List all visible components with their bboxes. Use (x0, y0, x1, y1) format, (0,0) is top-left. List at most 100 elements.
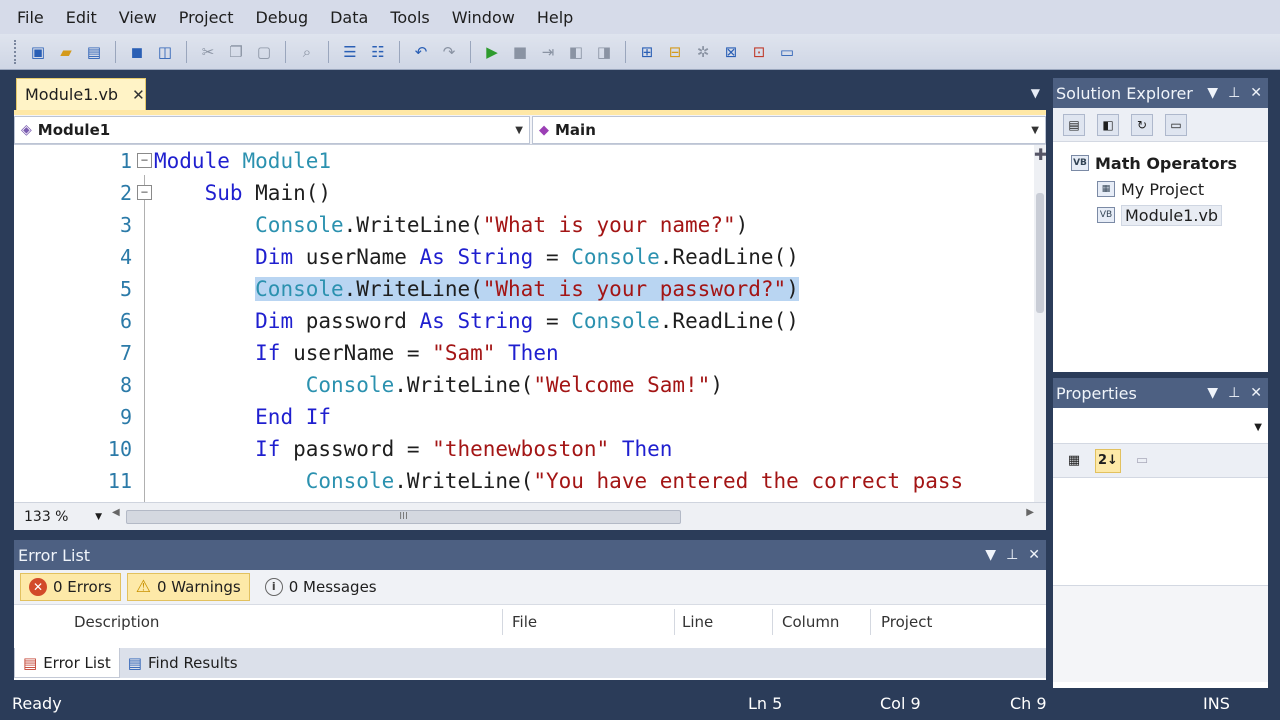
chevron-down-icon[interactable]: ▼ (1031, 125, 1039, 136)
code-line[interactable]: 9 End If (14, 401, 1046, 433)
properties-icon[interactable]: ⊟ (663, 40, 687, 64)
code-line[interactable]: 11 Console.WriteLine("You have entered t… (14, 465, 1046, 497)
tab-module1-vb[interactable]: Module1.vb ✕ (16, 78, 146, 110)
stop-icon[interactable]: ■ (508, 40, 532, 64)
code-line[interactable]: 10 If password = "thenewboston" Then (14, 433, 1046, 465)
copy-icon[interactable]: ❐ (224, 40, 248, 64)
refresh-icon[interactable]: ↻ (1131, 113, 1153, 136)
paste-icon[interactable]: ▢ (252, 40, 276, 64)
chevron-down-icon[interactable]: ▼ (985, 547, 996, 563)
tab-find-results[interactable]: ▤ Find Results (120, 648, 246, 678)
menu-tools[interactable]: Tools (379, 8, 440, 27)
new-project-icon[interactable]: ▣ (26, 40, 50, 64)
property-pages-icon[interactable]: ▭ (1129, 449, 1155, 473)
start-page-icon[interactable]: ▭ (775, 40, 799, 64)
collapse-icon[interactable]: − (137, 185, 152, 200)
type-dropdown[interactable]: ◈ Module1 ▼ (14, 116, 530, 144)
close-icon[interactable]: ✕ (1250, 385, 1262, 401)
code-line[interactable]: 1− Module Module1 (14, 145, 1046, 177)
view-code-icon[interactable]: ▭ (1165, 113, 1187, 136)
properties-icon[interactable]: ▤ (1063, 113, 1085, 136)
pin-icon[interactable]: ⊥ (1228, 385, 1240, 401)
undo-icon[interactable]: ↶ (409, 40, 433, 64)
code-line[interactable]: 2− Sub Main() (14, 177, 1046, 209)
comment-icon[interactable]: ☰ (338, 40, 362, 64)
menu-project[interactable]: Project (168, 8, 245, 27)
tab-error-list[interactable]: ▤ Error List (14, 648, 120, 678)
scroll-right-icon[interactable]: ▶ (1026, 507, 1034, 518)
column-file[interactable]: File (512, 605, 537, 639)
vertical-scrollbar[interactable] (1034, 145, 1046, 502)
column-description[interactable]: Description (74, 605, 159, 639)
property-grid[interactable] (1053, 478, 1268, 586)
chevron-down-icon[interactable]: ▼ (95, 512, 102, 522)
uncomment-icon[interactable]: ☷ (366, 40, 390, 64)
toolbox-icon[interactable]: ⊠ (719, 40, 743, 64)
column-separator[interactable] (502, 609, 503, 635)
scrollbar-thumb[interactable]: III (126, 510, 681, 524)
save-all-icon[interactable]: ◫ (153, 40, 177, 64)
tree-item-module1-vb[interactable]: VB Module1.vb (1053, 202, 1268, 228)
save-icon[interactable]: ◼ (125, 40, 149, 64)
breakpoint-icon[interactable]: ◧ (564, 40, 588, 64)
menu-debug[interactable]: Debug (244, 8, 319, 27)
split-icon[interactable]: ✚ (1034, 145, 1046, 167)
chevron-down-icon[interactable]: ▼ (1254, 422, 1262, 433)
scrollbar-thumb[interactable] (1036, 193, 1044, 313)
column-line[interactable]: Line (682, 605, 713, 639)
code-line[interactable]: 8 Console.WriteLine("Welcome Sam!") (14, 369, 1046, 401)
menu-data[interactable]: Data (319, 8, 379, 27)
code-line[interactable]: 7 If userName = "Sam" Then (14, 337, 1046, 369)
show-all-files-icon[interactable]: ◧ (1097, 113, 1119, 136)
horizontal-scrollbar[interactable]: ◀ III ▶ (112, 507, 1034, 525)
redo-icon[interactable]: ↷ (437, 40, 461, 64)
collapse-icon[interactable]: − (137, 153, 152, 168)
errors-filter-button[interactable]: ✕ 0 Errors (20, 573, 121, 601)
code-editor[interactable]: 1− Module Module1 2− Sub Main() 3 Console.W… (14, 145, 1046, 502)
step-icon[interactable]: ⇥ (536, 40, 560, 64)
column-column[interactable]: Column (782, 605, 839, 639)
menu-window[interactable]: Window (441, 8, 526, 27)
chevron-down-icon[interactable]: ▼ (515, 125, 523, 136)
code-line[interactable]: 6 Dim password As String = Console.ReadL… (14, 305, 1046, 337)
pin-icon[interactable]: ⊥ (1228, 85, 1240, 101)
toolbar-grip[interactable] (14, 39, 18, 64)
open-file-icon[interactable]: ▰ (54, 40, 78, 64)
warnings-filter-button[interactable]: ⚠ 0 Warnings (126, 573, 250, 601)
menu-help[interactable]: Help (526, 8, 584, 27)
column-separator[interactable] (772, 609, 773, 635)
find-icon[interactable]: ⌕ (295, 40, 319, 64)
code-line[interactable]: 3 Console.WriteLine("What is your name?"… (14, 209, 1046, 241)
error-list-icon[interactable]: ⊡ (747, 40, 771, 64)
column-project[interactable]: Project (881, 605, 932, 639)
start-debugging-icon[interactable]: ▶ (480, 40, 504, 64)
tree-item-solution-root[interactable]: VB Math Operators (1053, 150, 1268, 176)
close-icon[interactable]: ✕ (132, 86, 145, 104)
menu-view[interactable]: View (108, 8, 168, 27)
column-separator[interactable] (674, 609, 675, 635)
cut-icon[interactable]: ✂ (196, 40, 220, 64)
messages-filter-button[interactable]: i 0 Messages (256, 573, 386, 601)
chevron-down-icon[interactable]: ▼ (1207, 85, 1218, 101)
menu-edit[interactable]: Edit (55, 8, 108, 27)
scroll-left-icon[interactable]: ◀ (112, 507, 120, 518)
code-line[interactable]: 5 Console.WriteLine("What is your passwo… (14, 273, 1046, 305)
categorized-icon[interactable]: ▦ (1061, 449, 1087, 473)
solution-explorer-icon[interactable]: ⊞ (635, 40, 659, 64)
object-browser-icon[interactable]: ✲ (691, 40, 715, 64)
tree-item-my-project[interactable]: ▦ My Project (1053, 176, 1268, 202)
zoom-dropdown[interactable]: 133 % ▼ (18, 506, 108, 528)
chevron-down-icon[interactable]: ▼ (1031, 86, 1040, 100)
member-dropdown[interactable]: ◆ Main ▼ (532, 116, 1046, 144)
chevron-down-icon[interactable]: ▼ (1207, 385, 1218, 401)
add-item-icon[interactable]: ▤ (82, 40, 106, 64)
object-dropdown[interactable]: ▼ (1053, 414, 1268, 444)
code-line[interactable]: 4 Dim userName As String = Console.ReadL… (14, 241, 1046, 273)
column-separator[interactable] (870, 609, 871, 635)
bookmark-icon[interactable]: ◨ (592, 40, 616, 64)
pin-icon[interactable]: ⊥ (1006, 547, 1018, 563)
close-icon[interactable]: ✕ (1250, 85, 1262, 101)
alphabetical-sort-button[interactable]: 2↓ (1095, 448, 1121, 473)
close-icon[interactable]: ✕ (1028, 547, 1040, 563)
menu-file[interactable]: File (6, 8, 55, 27)
